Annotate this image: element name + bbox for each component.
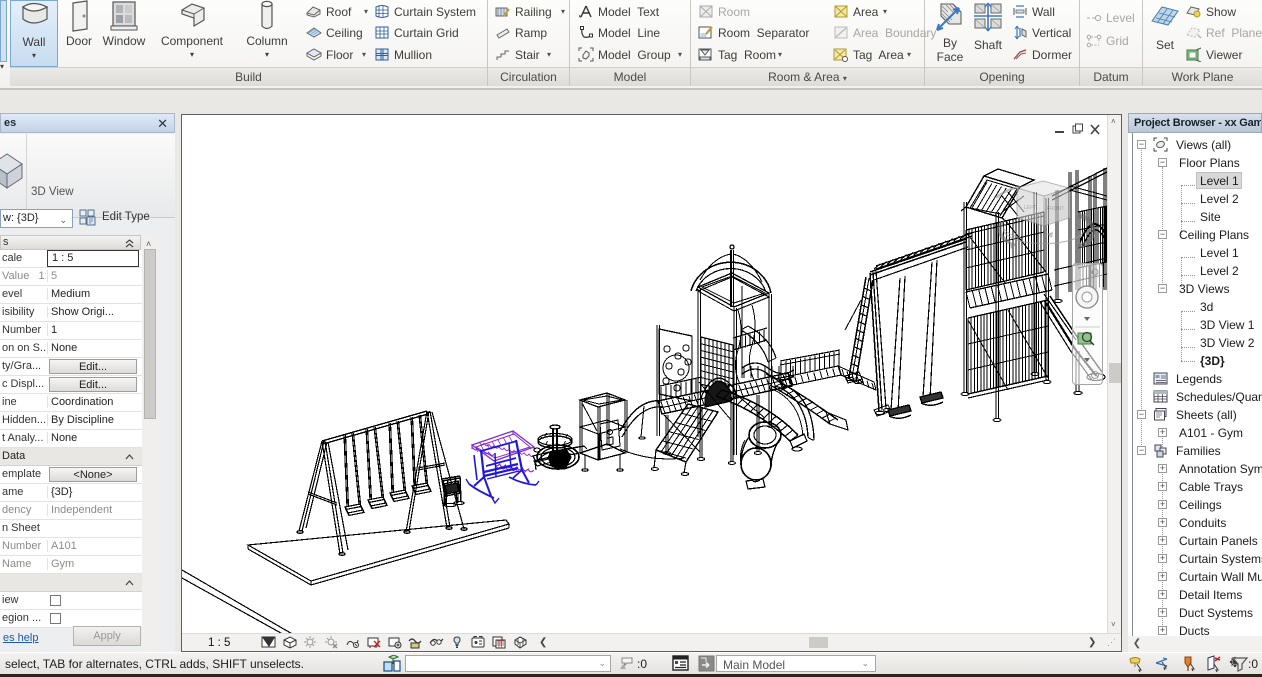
svg-text:FRONT: FRONT bbox=[1047, 206, 1064, 212]
svg-text:LEFT: LEFT bbox=[1024, 205, 1036, 211]
